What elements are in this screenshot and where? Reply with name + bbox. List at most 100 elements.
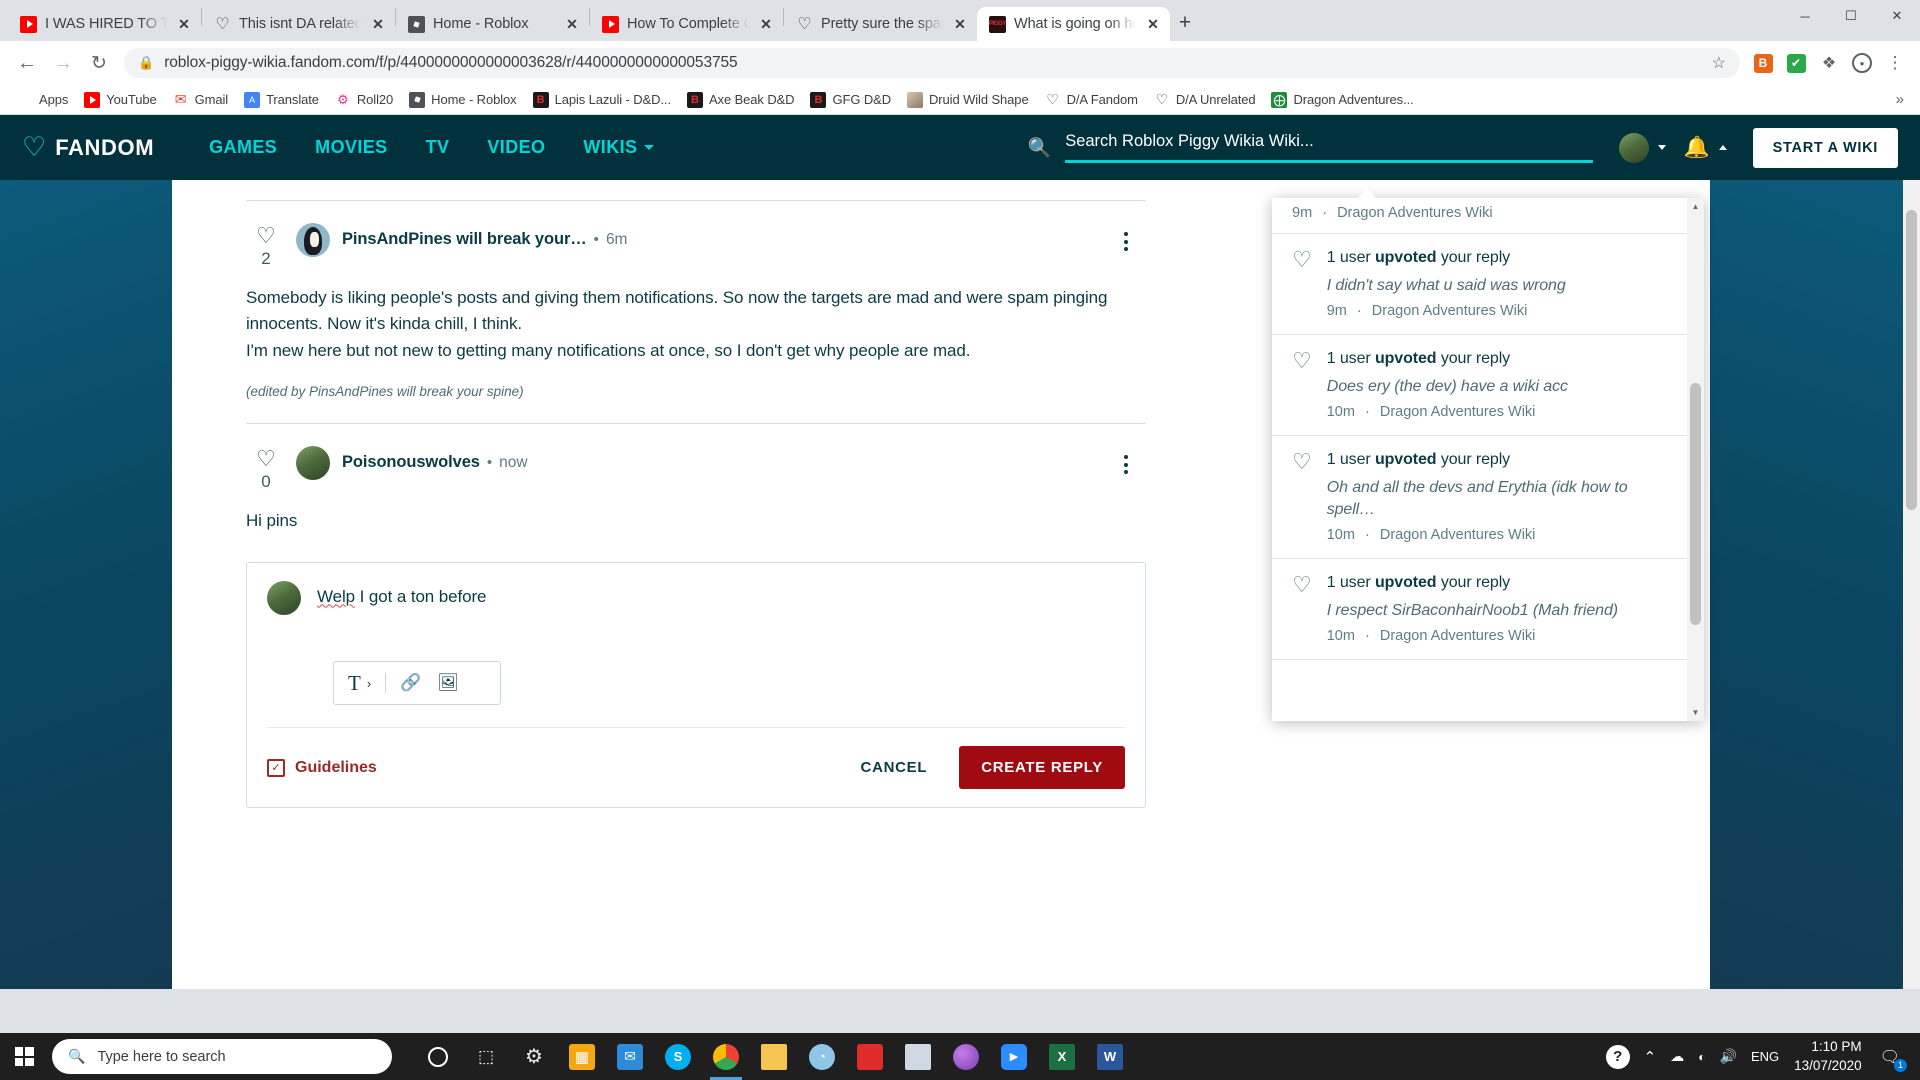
brave-extension-icon[interactable]: B [1748, 48, 1778, 78]
bookmark-lapis-lazuli[interactable]: B Lapis Lazuli - D&D... [526, 89, 678, 111]
bookmark-da-unrelated[interactable]: ♡ D/A Unrelated [1147, 89, 1263, 111]
tab-close-icon[interactable]: ✕ [1144, 15, 1162, 33]
post-author[interactable]: PinsAndPines will break your… [342, 230, 587, 249]
browser-tab-2[interactable]: ♡ This isnt DA related, but i need ✕ [202, 7, 395, 41]
notifications-button[interactable]: 🔔 [1684, 136, 1727, 160]
bookmark-da-fandom[interactable]: ♡ D/A Fandom [1038, 89, 1145, 111]
text-format-icon[interactable]: T › [348, 671, 371, 696]
bookmark-axe-beak[interactable]: B Axe Beak D&D [680, 89, 802, 111]
bookmarks-overflow-icon[interactable]: » [1890, 91, 1910, 108]
windows-start-icon[interactable] [0, 1033, 48, 1080]
volume-icon[interactable]: 🔊 [1713, 1033, 1744, 1080]
bookmark-youtube[interactable]: YouTube [77, 89, 163, 111]
bookmark-star-icon[interactable]: ☆ [1712, 53, 1726, 73]
firefox-icon[interactable] [942, 1033, 990, 1080]
word-icon[interactable]: W [1086, 1033, 1134, 1080]
notification-item-partial[interactable]: 9m · Dragon Adventures Wiki [1272, 205, 1704, 233]
image-icon[interactable]: 🖼 [437, 673, 459, 693]
scrollbar-thumb[interactable] [1690, 383, 1701, 625]
chrome-menu-icon[interactable]: ⋮ [1880, 48, 1910, 78]
bookmark-translate[interactable]: A Translate [237, 89, 326, 111]
minimize-button[interactable]: ─ [1782, 0, 1828, 32]
onedrive-icon[interactable]: ☁ [1663, 1033, 1691, 1080]
notifications-scrollbar[interactable]: ▲ ▼ [1687, 198, 1704, 721]
post-author[interactable]: Poisonouswolves [342, 453, 480, 472]
taskbar-search-input[interactable]: 🔍 Type here to search [52, 1039, 392, 1074]
scrollbar-thumb[interactable] [1906, 210, 1917, 510]
chrome-icon[interactable] [702, 1033, 750, 1080]
scroll-down-icon[interactable]: ▼ [1687, 704, 1704, 721]
bookmark-gmail[interactable]: ✉ Gmail [166, 89, 235, 111]
profile-avatar-icon[interactable]: ● [1847, 48, 1877, 78]
puzzle-extensions-icon[interactable]: ❖ [1814, 48, 1844, 78]
zoom-icon[interactable]: ▶ [990, 1033, 1038, 1080]
user-menu[interactable] [1618, 132, 1666, 163]
bookmark-roblox-home[interactable]: Home - Roblox [402, 89, 523, 111]
bookmark-gfg-dnd[interactable]: B GFG D&D [803, 89, 898, 111]
tab-close-icon[interactable]: ✕ [563, 15, 581, 33]
fandom-logo[interactable]: ♡ FANDOM [22, 134, 154, 161]
cancel-button[interactable]: CANCEL [847, 749, 942, 786]
notification-item[interactable]: ♡ 1 user upvoted your reply Does ery (th… [1272, 335, 1704, 437]
close-window-button[interactable]: ✕ [1874, 0, 1920, 32]
address-bar[interactable]: 🔒 roblox-piggy-wikia.fandom.com/f/p/4400… [124, 48, 1740, 78]
browser-tab-6-active[interactable]: PIGGY What is going on here? | Fan ✕ [977, 7, 1170, 41]
new-tab-button[interactable]: + [1170, 8, 1200, 38]
task-view-icon[interactable]: ⬚ [462, 1033, 510, 1080]
sticky-notes-icon[interactable] [894, 1033, 942, 1080]
notification-item[interactable]: ♡ 1 user upvoted your reply I didn't say… [1272, 233, 1704, 336]
link-icon[interactable]: 🔗 [400, 673, 421, 693]
post-more-options-icon[interactable] [1118, 449, 1134, 480]
upvote-control[interactable]: ♡ 2 [246, 223, 286, 268]
nav-video[interactable]: VIDEO [468, 137, 564, 158]
post-more-options-icon[interactable] [1118, 226, 1134, 257]
scroll-up-icon[interactable]: ▲ [1687, 198, 1704, 215]
taskbar-clock[interactable]: 1:10 PM 13/07/2020 [1786, 1033, 1874, 1080]
create-reply-button[interactable]: CREATE REPLY [959, 746, 1125, 790]
browser-tab-3[interactable]: Home - Roblox ✕ [396, 7, 589, 41]
forward-button[interactable]: → [46, 46, 80, 80]
search-input[interactable]: Search Roblox Piggy Wikia Wiki... [1065, 132, 1593, 163]
show-hidden-icons-icon[interactable]: ⌃ [1637, 1033, 1664, 1080]
tab-close-icon[interactable]: ✕ [757, 15, 775, 33]
excel-icon[interactable]: X [1038, 1033, 1086, 1080]
avatar[interactable] [296, 223, 330, 257]
tab-close-icon[interactable]: ✕ [951, 15, 969, 33]
back-button[interactable]: ← [10, 46, 44, 80]
cortana-icon[interactable] [414, 1033, 462, 1080]
browser-tab-4[interactable]: How To Complete CRYPTID H ✕ [590, 7, 783, 41]
nav-games[interactable]: GAMES [190, 137, 296, 158]
bookmark-apps[interactable]: Apps [10, 89, 75, 111]
mail-icon[interactable]: ✉ [606, 1033, 654, 1080]
bookmark-roll20[interactable]: ⚙ Roll20 [328, 89, 400, 111]
tab-close-icon[interactable]: ✕ [175, 15, 193, 33]
browser-tab-1[interactable]: I WAS HIRED TO TARGET TOXIC ✕ [8, 7, 201, 41]
help-icon[interactable]: ? [1599, 1033, 1637, 1080]
nav-wikis[interactable]: WIKIS [564, 137, 673, 158]
skype-icon[interactable]: S [654, 1033, 702, 1080]
file-explorer-icon[interactable] [750, 1033, 798, 1080]
bookmark-dragon-adventures[interactable]: ⨁ Dragon Adventures... [1264, 89, 1420, 111]
settings-icon[interactable]: ⚙ [510, 1033, 558, 1080]
scrollbar-track[interactable] [1687, 215, 1704, 704]
browser-tab-5[interactable]: ♡ Pretty sure the spam upvoter ✕ [784, 7, 977, 41]
maximize-button[interactable]: ☐ [1828, 0, 1874, 32]
language-indicator[interactable]: ENG [1744, 1033, 1786, 1080]
network-icon[interactable]: ◐ [1691, 1033, 1712, 1080]
guidelines-link[interactable]: ✓ Guidelines [267, 758, 377, 777]
reload-button[interactable]: ↻ [82, 46, 116, 80]
nav-movies[interactable]: MOVIES [296, 137, 406, 158]
action-center-icon[interactable]: 🗨 1 [1874, 1033, 1912, 1080]
nav-tv[interactable]: TV [407, 137, 469, 158]
reply-draft-text[interactable]: Welp I got a ton before [317, 581, 487, 607]
roblox-studio-icon[interactable] [846, 1033, 894, 1080]
search-icon[interactable]: 🔍 [1028, 136, 1052, 160]
tab-close-icon[interactable]: ✕ [369, 15, 387, 33]
bookmark-druid-wild-shape[interactable]: Druid Wild Shape [900, 89, 1036, 111]
notification-item[interactable]: ♡ 1 user upvoted your reply Oh and all t… [1272, 436, 1704, 560]
page-scrollbar[interactable] [1903, 180, 1920, 989]
start-a-wiki-button[interactable]: START A WIKI [1752, 127, 1898, 168]
paint-net-icon[interactable]: ◔ [798, 1033, 846, 1080]
avatar[interactable] [296, 446, 330, 481]
microsoft-store-icon[interactable]: ▦ [558, 1033, 606, 1080]
